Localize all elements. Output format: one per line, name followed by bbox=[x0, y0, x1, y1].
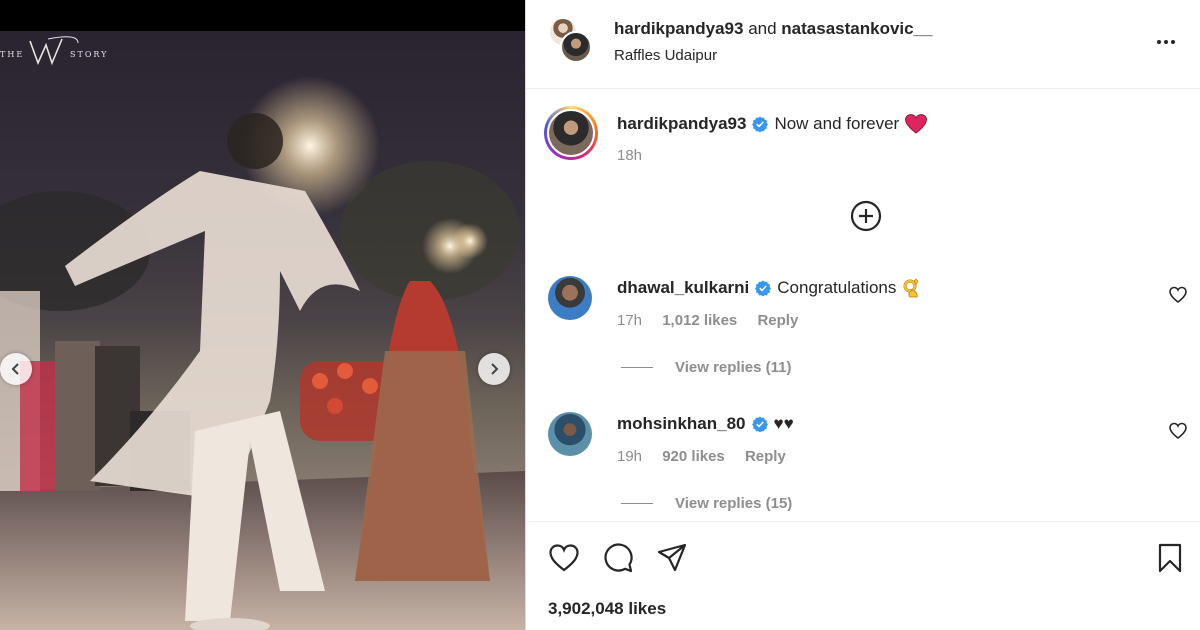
heart-outline-icon[interactable] bbox=[1169, 286, 1187, 304]
comment-icon[interactable] bbox=[602, 542, 634, 574]
post-header: hardikpandya93 and natasastankovic__ Raf… bbox=[526, 0, 1200, 89]
likes-count-link[interactable]: 3,902,048 likes bbox=[548, 599, 666, 619]
svg-text:THE: THE bbox=[0, 50, 24, 59]
heart-icon[interactable] bbox=[548, 542, 580, 574]
post-details-panel: hardikpandya93 and natasastankovic__ Raf… bbox=[526, 0, 1200, 630]
caption-text: Now and forever bbox=[774, 114, 900, 133]
comment-reply-button[interactable]: Reply bbox=[745, 448, 786, 465]
post-actions-bar: 3,902,048 likes bbox=[526, 521, 1200, 630]
avatar bbox=[547, 109, 595, 157]
comment-likes-link[interactable]: 1,012 likes bbox=[662, 312, 737, 329]
comment-line: dhawal_kulkarni Congratulations bbox=[617, 278, 920, 298]
verified-badge-icon bbox=[751, 416, 768, 432]
caption-timestamp: 18h bbox=[617, 147, 643, 164]
bookmark-icon[interactable] bbox=[1154, 542, 1186, 574]
view-replies-label: View replies (15) bbox=[675, 495, 793, 512]
comment-text: Congratulations bbox=[777, 278, 897, 297]
post-authors: hardikpandya93 and natasastankovic__ bbox=[614, 19, 933, 39]
view-replies-label: View replies (11) bbox=[675, 359, 792, 376]
comment-username-link[interactable]: mohsinkhan_80 bbox=[617, 414, 746, 434]
comment-reply-button[interactable]: Reply bbox=[757, 312, 798, 329]
collab-avatars[interactable] bbox=[548, 17, 594, 63]
coauthor-username-link[interactable]: natasastankovic__ bbox=[781, 19, 932, 38]
heart-outline-icon[interactable] bbox=[1169, 422, 1187, 440]
view-replies-button[interactable]: View replies (15) bbox=[621, 495, 792, 512]
comment-item: mohsinkhan_80 ♥♥ 19h 920 likes Reply Vie… bbox=[526, 406, 1200, 516]
verified-badge-icon bbox=[755, 280, 772, 296]
caption-author-avatar[interactable] bbox=[544, 106, 598, 160]
comment-line: mohsinkhan_80 ♥♥ bbox=[617, 414, 794, 434]
plus-circle-icon[interactable] bbox=[849, 199, 883, 233]
comment-meta: 19h 920 likes Reply bbox=[617, 448, 802, 465]
replies-divider-line bbox=[621, 503, 653, 504]
post-media: THE STORY bbox=[0, 0, 525, 630]
author-username-link[interactable]: hardikpandya93 bbox=[614, 19, 743, 38]
paper-plane-icon[interactable] bbox=[656, 542, 688, 574]
brand-watermark-logo: THE STORY bbox=[0, 36, 108, 66]
avatar[interactable] bbox=[548, 412, 592, 456]
wedding-photo[interactable]: THE STORY bbox=[0, 31, 525, 630]
view-replies-button[interactable]: View replies (11) bbox=[621, 359, 791, 376]
comment-item: dhawal_kulkarni Congratulations 17h 1,01… bbox=[526, 270, 1200, 380]
comment-timestamp: 19h bbox=[617, 448, 643, 465]
authors-joiner: and bbox=[748, 19, 777, 38]
location-link[interactable]: Raffles Udaipur bbox=[614, 47, 717, 64]
svg-text:STORY: STORY bbox=[70, 50, 108, 59]
next-photo-button[interactable] bbox=[478, 353, 510, 385]
more-horizontal-icon[interactable] bbox=[1154, 30, 1178, 54]
chevron-right-icon bbox=[491, 363, 499, 375]
post-caption: hardikpandya93 Now and forever bbox=[617, 114, 928, 134]
avatar[interactable] bbox=[548, 276, 592, 320]
comment-meta: 17h 1,012 likes Reply bbox=[617, 312, 814, 329]
verified-badge-icon bbox=[752, 116, 769, 132]
comment-username-link[interactable]: dhawal_kulkarni bbox=[617, 278, 749, 298]
caption-username-link[interactable]: hardikpandya93 bbox=[617, 114, 746, 134]
previous-photo-button[interactable] bbox=[0, 353, 32, 385]
wedding-photo-illustration bbox=[0, 76, 525, 630]
comment-likes-link[interactable]: 920 likes bbox=[662, 448, 725, 465]
red-heart-emoji-icon bbox=[905, 114, 928, 134]
ok-hand-emoji-icon bbox=[903, 278, 919, 298]
chevron-left-icon bbox=[11, 363, 19, 375]
replies-divider-line bbox=[621, 367, 653, 368]
comment-timestamp: 17h bbox=[617, 312, 643, 329]
avatar bbox=[560, 31, 592, 63]
comment-text: ♥♥ bbox=[773, 414, 794, 433]
